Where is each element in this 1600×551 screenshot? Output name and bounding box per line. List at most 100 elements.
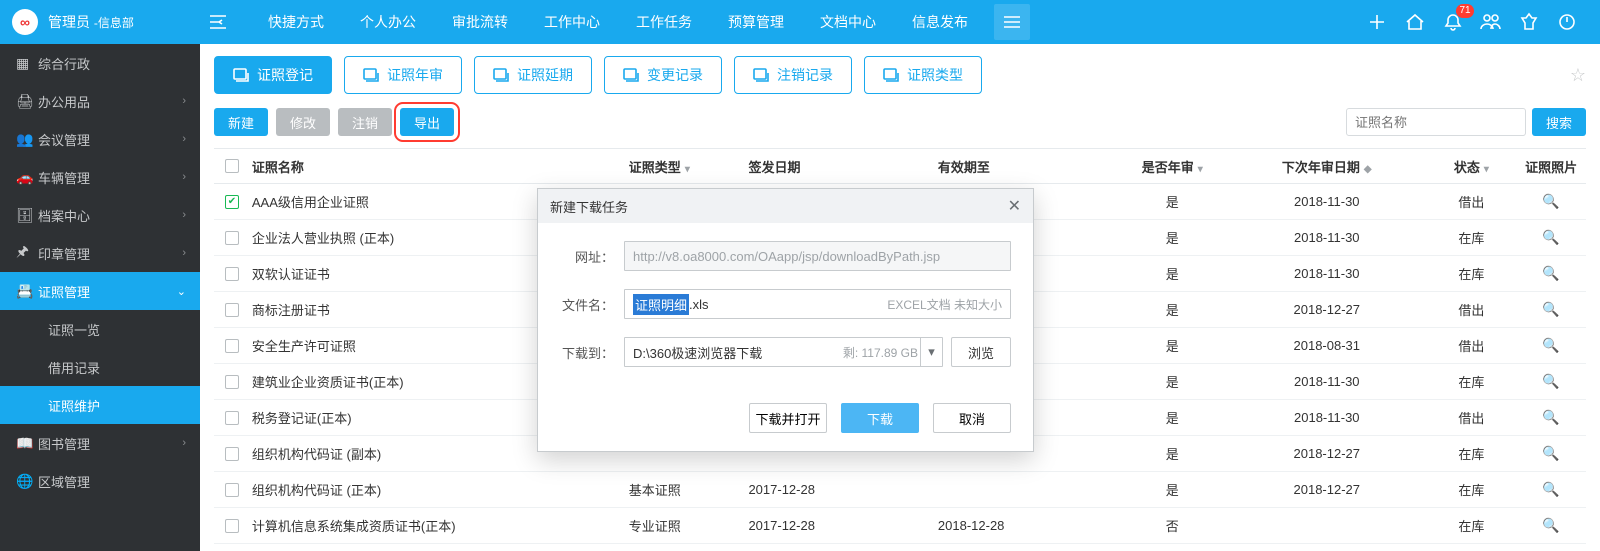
cancel-button[interactable]: 注销: [338, 108, 392, 136]
topnav-item[interactable]: 快捷方式: [250, 0, 342, 44]
filename-label: 文件名：: [560, 295, 624, 314]
table-row[interactable]: 计算机信息系统集成资质证书(正本)专业证照2017-12-282018-12-2…: [214, 508, 1586, 544]
col-next[interactable]: 下次年审日期◆: [1227, 157, 1426, 176]
topnav-item[interactable]: 个人办公: [342, 0, 434, 44]
photo-icon[interactable]: 🔍: [1542, 265, 1559, 281]
sidebar-item-vehicle[interactable]: 🚗车辆管理›: [0, 158, 200, 196]
power-icon[interactable]: [1548, 0, 1586, 44]
sidebar-toggle[interactable]: [200, 0, 236, 44]
col-valid[interactable]: 有效期至: [938, 157, 1117, 176]
sidebar-item-supplies[interactable]: 🖨办公用品›: [0, 82, 200, 120]
user-dept: -信息部: [94, 16, 134, 30]
browse-button[interactable]: 浏览: [951, 337, 1011, 367]
cell-status: 在库: [1426, 264, 1516, 283]
sort-icon: ◆: [1364, 164, 1372, 175]
bell-icon[interactable]: 71: [1434, 0, 1472, 44]
cell-status: 在库: [1426, 444, 1516, 463]
photo-icon[interactable]: 🔍: [1542, 373, 1559, 389]
sidebar-item-license[interactable]: 📇证照管理⌄: [0, 272, 200, 310]
cell-annual: 否: [1117, 516, 1227, 535]
row-checkbox[interactable]: [225, 231, 239, 245]
topnav-item[interactable]: 预算管理: [710, 0, 802, 44]
cell-valid: 2018-12-28: [938, 518, 1117, 533]
row-checkbox[interactable]: [225, 447, 239, 461]
tab-change[interactable]: 变更记录: [604, 56, 722, 94]
sidebar-sub-maintain[interactable]: 证照维护: [0, 386, 200, 424]
favorite-icon[interactable]: ☆: [1570, 65, 1586, 86]
photo-icon[interactable]: 🔍: [1542, 229, 1559, 245]
row-checkbox[interactable]: [225, 483, 239, 497]
col-status[interactable]: 状态▾: [1426, 157, 1516, 176]
download-open-button[interactable]: 下载并打开: [749, 403, 827, 433]
tab-extend[interactable]: 证照延期: [474, 56, 592, 94]
path-dropdown-icon[interactable]: ▾: [920, 338, 942, 366]
select-all-checkbox[interactable]: [225, 159, 239, 173]
row-checkbox[interactable]: [225, 267, 239, 281]
path-input[interactable]: D:\360极速浏览器下载 剩: 117.89 GB ▾: [624, 337, 943, 367]
download-dialog: 新建下载任务 ✕ 网址： http://v8.oa8000.com/OAapp/…: [537, 188, 1034, 452]
photo-icon[interactable]: 🔍: [1542, 517, 1559, 533]
export-button[interactable]: 导出: [400, 108, 454, 136]
cell-status: 借出: [1426, 300, 1516, 319]
sidebar-sub-overview[interactable]: 证照一览: [0, 310, 200, 348]
row-checkbox[interactable]: [225, 519, 239, 533]
theme-icon[interactable]: [1510, 0, 1548, 44]
sidebar-item-books[interactable]: 📖图书管理›: [0, 424, 200, 462]
topnav-item[interactable]: 工作任务: [618, 0, 710, 44]
photo-icon[interactable]: 🔍: [1542, 409, 1559, 425]
cell-next: 2018-12-27: [1227, 446, 1426, 461]
cell-annual: 是: [1117, 228, 1227, 247]
cell-status: 借出: [1426, 192, 1516, 211]
sort-icon: ▾: [1484, 164, 1489, 175]
dialog-header[interactable]: 新建下载任务 ✕: [538, 189, 1033, 223]
sidebar-item-meeting[interactable]: 👥会议管理›: [0, 120, 200, 158]
photo-icon[interactable]: 🔍: [1542, 301, 1559, 317]
photo-icon[interactable]: 🔍: [1542, 193, 1559, 209]
photo-icon[interactable]: 🔍: [1542, 481, 1559, 497]
sidebar-item-seal[interactable]: 🖈印章管理›: [0, 234, 200, 272]
close-icon[interactable]: ✕: [1008, 196, 1021, 216]
more-menu-button[interactable]: [994, 4, 1030, 40]
filename-input[interactable]: 证照明细.xls EXCEL文档 未知大小: [624, 289, 1011, 319]
row-checkbox[interactable]: [225, 339, 239, 353]
user-label: 管理员 -信息部: [48, 12, 134, 32]
col-type[interactable]: 证照类型▾: [629, 157, 749, 176]
tab-cancel[interactable]: 注销记录: [734, 56, 852, 94]
sidebar: ▦综合行政 🖨办公用品› 👥会议管理› 🚗车辆管理› 🗄档案中心› 🖈印章管理›…: [0, 44, 200, 551]
photo-icon[interactable]: 🔍: [1542, 337, 1559, 353]
dialog-cancel-button[interactable]: 取消: [933, 403, 1011, 433]
tab-type[interactable]: 证照类型: [864, 56, 982, 94]
new-button[interactable]: 新建: [214, 108, 268, 136]
tab-register[interactable]: 证照登记: [214, 56, 332, 94]
row-checkbox[interactable]: [225, 303, 239, 317]
search-box: 搜索: [1346, 108, 1586, 136]
row-checkbox[interactable]: [225, 375, 239, 389]
add-icon[interactable]: [1358, 0, 1396, 44]
cell-status: 在库: [1426, 372, 1516, 391]
row-checkbox[interactable]: [225, 195, 239, 209]
topnav-item[interactable]: 审批流转: [434, 0, 526, 44]
sidebar-item-archive[interactable]: 🗄档案中心›: [0, 196, 200, 234]
top-right-icons: 71: [1358, 0, 1586, 44]
col-issue[interactable]: 签发日期: [748, 157, 937, 176]
edit-button[interactable]: 修改: [276, 108, 330, 136]
sidebar-item-region[interactable]: 🌐区域管理: [0, 462, 200, 500]
col-annual[interactable]: 是否年审▾: [1117, 157, 1227, 176]
tab-annual[interactable]: 证照年审: [344, 56, 462, 94]
sidebar-sub-borrow[interactable]: 借用记录: [0, 348, 200, 386]
top-bar: ∞ 管理员 -信息部 快捷方式 个人办公 审批流转 工作中心 工作任务 预算管理…: [0, 0, 1600, 44]
search-button[interactable]: 搜索: [1532, 108, 1586, 136]
topnav-item[interactable]: 信息发布: [894, 0, 986, 44]
home-icon[interactable]: [1396, 0, 1434, 44]
photo-icon[interactable]: 🔍: [1542, 445, 1559, 461]
row-checkbox[interactable]: [225, 411, 239, 425]
topnav-item[interactable]: 文档中心: [802, 0, 894, 44]
sidebar-item-admin[interactable]: ▦综合行政: [0, 44, 200, 82]
free-space: 剩: 117.89 GB: [843, 344, 918, 361]
topnav-item[interactable]: 工作中心: [526, 0, 618, 44]
search-input[interactable]: [1346, 108, 1526, 136]
users-icon[interactable]: [1472, 0, 1510, 44]
download-button[interactable]: 下载: [841, 403, 919, 433]
col-name[interactable]: 证照名称: [250, 157, 629, 176]
table-row[interactable]: 组织机构代码证 (正本)基本证照2017-12-28是2018-12-27在库🔍: [214, 472, 1586, 508]
